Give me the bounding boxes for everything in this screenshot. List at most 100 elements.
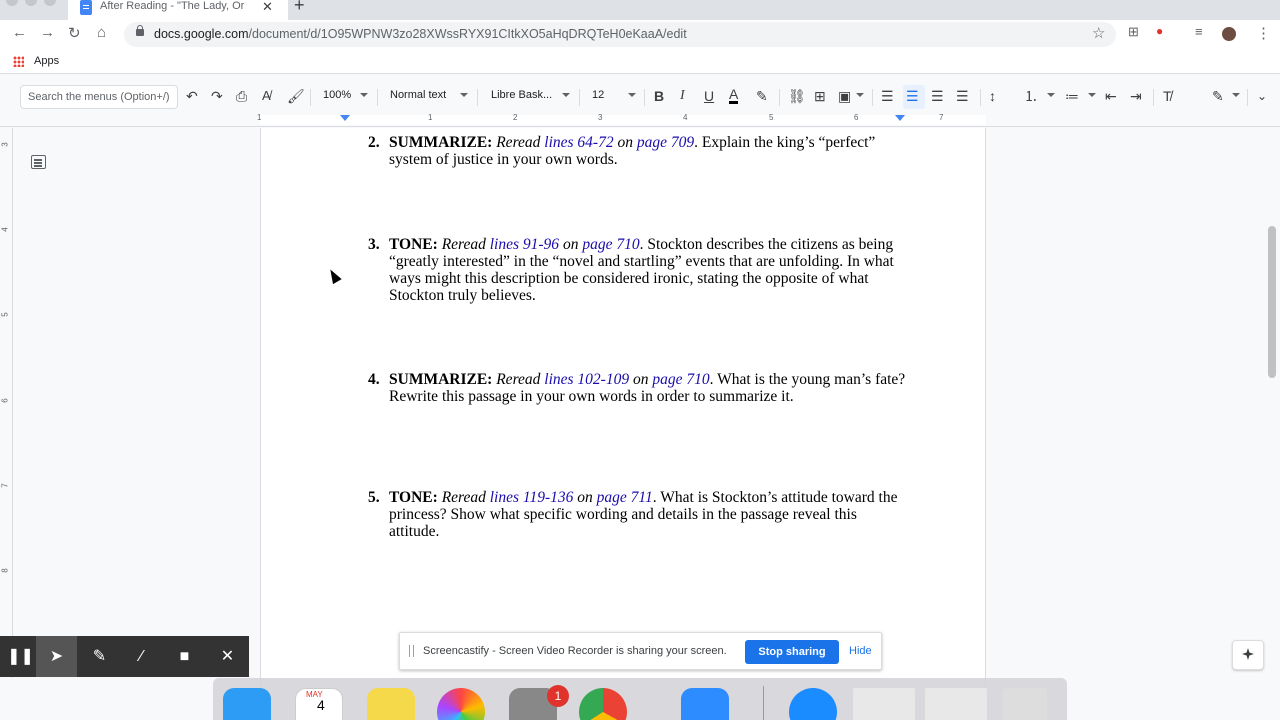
left-indent-marker[interactable]: [340, 115, 350, 121]
bulleted-list-caret-icon[interactable]: [1088, 93, 1096, 97]
editing-mode-pencil-icon[interactable]: ✎: [1212, 88, 1224, 104]
reload-icon[interactable]: ↻: [68, 24, 81, 42]
window-thumbnail-2[interactable]: [925, 688, 987, 720]
font-size-select[interactable]: 12: [592, 89, 604, 101]
photos-icon[interactable]: [437, 688, 485, 720]
add-comment-icon[interactable]: ⊞: [814, 88, 826, 104]
lines-link[interactable]: lines 119-136: [490, 489, 574, 506]
screencastify-extension-icon[interactable]: ●: [1156, 24, 1163, 38]
window-maximize-dot[interactable]: [44, 0, 56, 6]
editing-mode-caret-icon[interactable]: [1232, 93, 1240, 97]
decrease-indent-icon[interactable]: ⇤: [1105, 88, 1117, 104]
explore-icon[interactable]: [1232, 640, 1264, 670]
profile-avatar[interactable]: [1222, 27, 1236, 41]
page-link[interactable]: page 710: [652, 371, 709, 388]
question-2: 2. SUMMARIZE: Reread lines 64-72 on page…: [368, 134, 876, 168]
tab-close-icon[interactable]: ✕: [262, 0, 273, 15]
image-caret-icon[interactable]: [856, 93, 864, 97]
style-caret-icon[interactable]: [460, 93, 468, 97]
back-arrow-icon[interactable]: ←: [12, 24, 27, 41]
question-4: 4. SUMMARIZE: Reread lines 102-109 on pa…: [368, 371, 906, 405]
window-thumbnail-1[interactable]: [853, 688, 915, 720]
underline-icon[interactable]: U: [704, 88, 714, 104]
window-close-dot[interactable]: [6, 0, 18, 6]
clear-formatting-icon[interactable]: T̸: [1163, 88, 1172, 104]
browser-tab-active[interactable]: After Reading - "The Lady, Or ✕: [68, 0, 288, 20]
url-text[interactable]: docs.google.com/document/d/1O95WPNW3zo28…: [154, 27, 687, 41]
home-icon[interactable]: ⌂: [97, 24, 106, 41]
lines-link[interactable]: lines 64-72: [544, 134, 613, 151]
line-spacing-icon[interactable]: ↕: [989, 88, 996, 104]
document-page[interactable]: 2. SUMMARIZE: Reread lines 64-72 on page…: [260, 128, 986, 688]
close-controls-icon[interactable]: ✕: [207, 636, 248, 677]
cursor-tool-icon[interactable]: ➤: [36, 636, 77, 677]
calendar-day: 4: [317, 697, 325, 713]
bold-icon[interactable]: B: [654, 88, 664, 104]
redo-icon[interactable]: ↷: [211, 88, 223, 104]
right-indent-marker[interactable]: [895, 115, 905, 121]
browser-menu-icon[interactable]: ⋮: [1256, 24, 1271, 42]
undo-icon[interactable]: ↶: [186, 88, 198, 104]
hide-button[interactable]: Hide: [849, 645, 872, 657]
chrome-icon[interactable]: [579, 688, 627, 720]
document-outline-icon[interactable]: [31, 155, 46, 169]
bookmark-star-icon[interactable]: ☆: [1092, 24, 1105, 42]
google-docs-favicon-icon: [80, 0, 92, 15]
insert-image-icon[interactable]: ▣: [838, 88, 851, 104]
font-caret-icon[interactable]: [562, 93, 570, 97]
extension-grid-icon[interactable]: ⊞: [1128, 24, 1139, 40]
new-tab-icon[interactable]: +: [294, 0, 305, 16]
page-link[interactable]: page 709: [637, 134, 694, 151]
font-size-caret-icon[interactable]: [628, 93, 636, 97]
paint-format-icon[interactable]: 🖌: [287, 88, 305, 104]
lines-link[interactable]: lines 91-96: [490, 236, 559, 253]
trash-icon[interactable]: [1003, 688, 1047, 720]
window-minimize-dot[interactable]: [25, 0, 37, 6]
bulleted-list-icon[interactable]: ≔: [1065, 88, 1079, 104]
style-select[interactable]: Normal text: [390, 89, 446, 101]
pen-tool-icon[interactable]: ✎: [79, 636, 120, 677]
insert-link-icon[interactable]: ⛓: [788, 88, 806, 104]
align-left-icon[interactable]: ☰: [881, 88, 894, 104]
notes-icon[interactable]: [367, 688, 415, 720]
vertical-scrollbar-thumb[interactable]: [1268, 226, 1276, 378]
webcam-icon[interactable]: ■: [164, 636, 205, 677]
highlight-color-icon[interactable]: ✎: [756, 88, 768, 104]
zoom-select[interactable]: 100%: [323, 89, 351, 101]
spellcheck-icon[interactable]: A̸: [262, 88, 271, 104]
macos-dock: [213, 678, 1067, 720]
font-select[interactable]: Libre Bask...: [491, 89, 552, 101]
drag-handle-icon[interactable]: [409, 645, 414, 657]
print-icon[interactable]: ⎙: [236, 88, 247, 104]
menu-search-input[interactable]: Search the menus (Option+/): [20, 85, 178, 109]
page-link[interactable]: page 711: [597, 489, 653, 506]
screencastify-controls: ❚❚ ➤ ✎ ⁄ ■ ✕: [0, 636, 249, 677]
docs-toolbar: Search the menus (Option+/) ↶ ↷ ⎙ A̸ 🖌 1…: [0, 82, 1280, 112]
numbered-list-caret-icon[interactable]: [1047, 93, 1055, 97]
text-color-icon[interactable]: A: [729, 87, 739, 104]
highlighter-tool-icon[interactable]: ⁄: [121, 636, 162, 677]
stop-sharing-button[interactable]: Stop sharing: [745, 640, 839, 664]
dock-separator: [763, 686, 764, 720]
sharing-message: Screencastify - Screen Video Recorder is…: [423, 645, 727, 657]
apps-grid-icon[interactable]: [13, 56, 24, 67]
page-link[interactable]: page 710: [582, 236, 639, 253]
align-right-icon[interactable]: ☰: [931, 88, 944, 104]
address-bar[interactable]: docs.google.com/document/d/1O95WPNW3zo28…: [124, 22, 1116, 47]
app-store-icon[interactable]: [789, 688, 837, 720]
zoom-caret-icon[interactable]: [360, 93, 368, 97]
finder-icon[interactable]: [223, 688, 271, 720]
numbered-list-icon[interactable]: ⒈: [1024, 88, 1038, 104]
bookmark-apps[interactable]: Apps: [34, 55, 59, 67]
hide-menus-chevron-icon[interactable]: ⌄: [1257, 88, 1267, 104]
browser-tab-strip: After Reading - "The Lady, Or ✕ +: [0, 0, 1280, 20]
align-justify-icon[interactable]: ☰: [956, 88, 969, 104]
increase-indent-icon[interactable]: ⇥: [1130, 88, 1142, 104]
italic-icon[interactable]: I: [680, 88, 685, 104]
lines-link[interactable]: lines 102-109: [544, 371, 629, 388]
pause-icon[interactable]: ❚❚: [0, 636, 41, 677]
zoom-icon[interactable]: [681, 688, 729, 720]
forward-arrow-icon[interactable]: →: [40, 24, 55, 41]
align-center-icon[interactable]: ☰: [906, 88, 919, 104]
media-queue-icon[interactable]: ≡: [1195, 24, 1203, 39]
